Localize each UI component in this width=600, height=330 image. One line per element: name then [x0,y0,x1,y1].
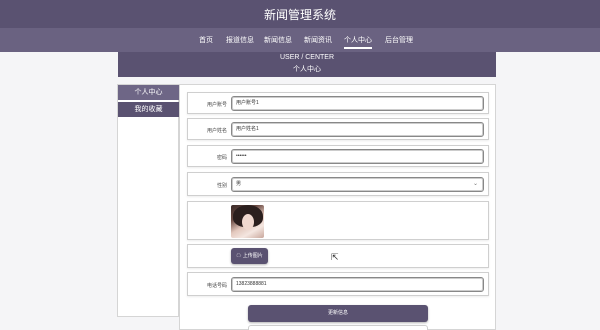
form-row-account: 用户账号 用户账号1 [187,92,489,114]
secondary-button[interactable] [248,325,428,330]
account-input[interactable]: 用户账号1 [231,96,484,111]
name-input[interactable]: 用户姓名1 [231,122,484,137]
site-title: 新闻管理系统 [263,8,336,22]
page-banner: USER / CENTER 个人中心 [118,52,496,77]
nav-item-admin[interactable]: 后台管理 [385,35,413,45]
phone-label: 电话号码 [206,283,227,289]
nav-item-news-info[interactable]: 新闻信息 [264,35,292,45]
chevron-down-icon: ⌄ [472,181,478,187]
nav-item-news-updates[interactable]: 新闻资讯 [304,35,332,45]
upload-button-label: 上传图片 [242,253,263,259]
mouse-cursor-icon: ⇱ [331,252,339,262]
phone-input[interactable]: 13823888881 [231,277,484,292]
sidebar-item-user-center[interactable]: 个人中心 [118,85,179,100]
cloud-upload-icon: ☁ [236,253,242,259]
banner-title-en: USER / CENTER [279,54,335,61]
avatar-image [231,205,264,238]
avatar-face [242,214,254,230]
form-row-phone: 电话号码 13823888881 [187,272,489,296]
form-row-gender: 性别 男 ⌄ [187,172,489,196]
name-label: 用户姓名 [206,128,227,134]
form-row-avatar [187,201,489,240]
password-input[interactable]: •••••• [231,149,484,164]
upload-image-button[interactable]: ☁ 上传图片 [231,248,268,264]
account-label: 用户账号 [206,102,227,108]
main-nav: 首页 报道信息 新闻信息 新闻资讯 个人中心 后台管理 [0,28,600,52]
sidebar: 个人中心 我的收藏 [117,84,179,317]
nav-item-user-center[interactable]: 个人中心 [344,35,372,49]
password-label: 密码 [216,155,227,161]
update-info-button[interactable]: 更新信息 [248,305,428,322]
gender-value: 男 [236,181,242,187]
nav-item-home[interactable]: 首页 [199,35,213,45]
nav-item-reports[interactable]: 报道信息 [226,35,254,45]
sidebar-item-favorites[interactable]: 我的收藏 [118,102,179,117]
form-row-name: 用户姓名 用户姓名1 [187,118,489,140]
gender-select[interactable]: 男 ⌄ [231,177,484,192]
form-row-password: 密码 •••••• [187,145,489,167]
top-header: 新闻管理系统 [0,0,600,28]
banner-title-cn: 个人中心 [293,66,321,73]
gender-label: 性别 [216,183,227,189]
